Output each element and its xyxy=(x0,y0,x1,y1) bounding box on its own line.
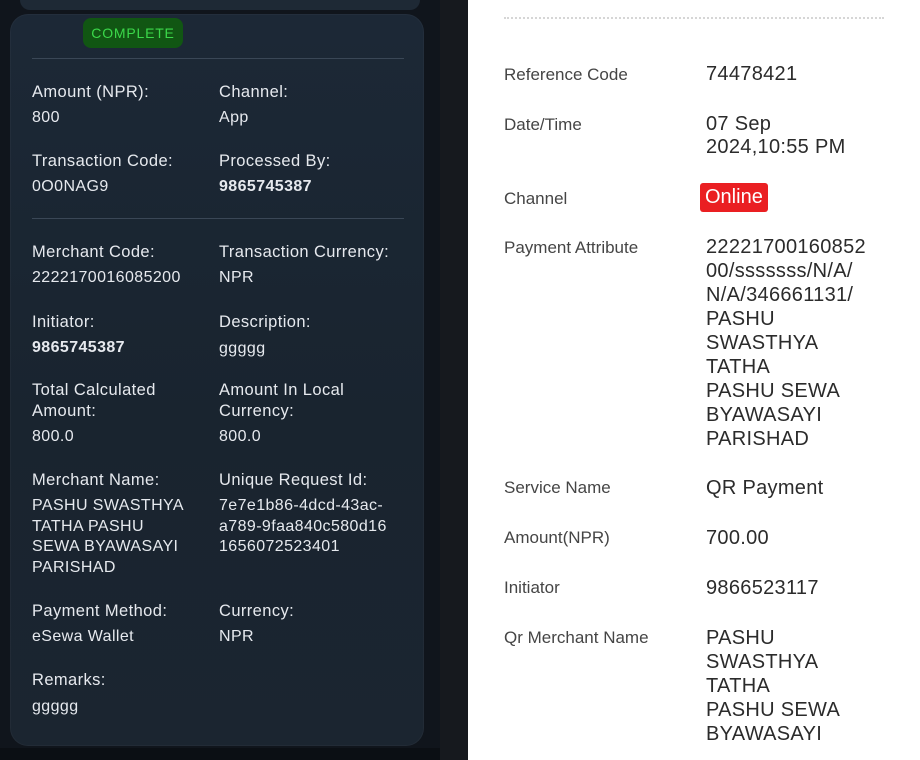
payment-attribute-value-line6: TATHA xyxy=(706,356,771,378)
payment-attribute-value-line2: 00/sssssss/N/A/ xyxy=(706,260,853,282)
payment-method-label: Payment Method: xyxy=(32,602,168,620)
initiator-value: 9865745387 xyxy=(32,339,125,356)
initiator-value: 9866523117 xyxy=(706,577,819,599)
payment-attribute-value-line7: PASHU SEWA xyxy=(706,380,841,402)
merchant-name-value-line2: TATHA PASHU xyxy=(32,517,144,535)
qr-merchant-name-value-line4: PASHU SEWA xyxy=(706,699,841,721)
date-time-value-line2: 2024,10:55 PM xyxy=(706,136,846,158)
transaction-detail-dark-panel: COMPLETE Amount (NPR): 800 Channel: App … xyxy=(0,0,440,760)
dotted-divider xyxy=(504,17,884,19)
divider xyxy=(32,58,404,59)
service-name-label: Service Name xyxy=(504,478,611,497)
channel-label: Channel: xyxy=(219,83,289,101)
remarks-value: ggggg xyxy=(32,698,79,715)
service-name-value: QR Payment xyxy=(706,477,824,499)
qr-merchant-name-value-line1: PASHU xyxy=(706,627,775,649)
amount-local-currency-label-line2: Currency: xyxy=(219,402,295,420)
qr-merchant-name-value-line5: BYAWASAYI xyxy=(706,723,823,745)
amount-label: Amount (NPR): xyxy=(32,83,150,101)
merchant-name-value-line1: PASHU SWASTHYA xyxy=(32,497,184,514)
unique-request-id-value-line1: 7e7e1b86-4dcd-43ac- xyxy=(219,497,384,514)
payment-attribute-value-line1: 22221700160852 xyxy=(706,236,866,258)
payment-attribute-value-line4: PASHU xyxy=(706,308,775,330)
qr-merchant-name-label: Qr Merchant Name xyxy=(504,628,649,647)
transaction-currency-label: Transaction Currency: xyxy=(219,243,390,261)
unique-request-id-label: Unique Request Id: xyxy=(219,471,368,489)
panel-separator xyxy=(440,0,468,760)
merchant-code-value: 2222170016085200 xyxy=(32,269,181,286)
date-time-value-line1: 07 Sep xyxy=(706,113,772,135)
transaction-code-label: Transaction Code: xyxy=(32,152,174,170)
previous-card-edge xyxy=(20,0,420,10)
processed-by-value: 9865745387 xyxy=(219,178,312,195)
qr-merchant-name-value-line3: TATHA xyxy=(706,675,771,697)
total-calculated-amount-value: 800.0 xyxy=(32,428,75,445)
description-value: ggggg xyxy=(219,340,266,357)
transaction-detail-light-panel: Reference Code 74478421 Date/Time 07 Sep… xyxy=(468,0,920,760)
unique-request-id-value-line2: a789-9faa840c580d16 xyxy=(219,517,387,535)
currency-label: Currency: xyxy=(219,602,295,620)
initiator-label: Initiator: xyxy=(32,313,95,331)
remarks-label: Remarks: xyxy=(32,671,106,689)
payment-attribute-value-line9: PARISHAD xyxy=(706,428,810,450)
transaction-code-value: 0O0NAG9 xyxy=(32,178,109,195)
payment-attribute-label: Payment Attribute xyxy=(504,238,639,257)
payment-attribute-value-line5: SWASTHYA xyxy=(706,332,819,354)
description-label: Description: xyxy=(219,313,311,331)
transaction-currency-value: NPR xyxy=(219,269,254,286)
merchant-name-label: Merchant Name: xyxy=(32,471,160,489)
payment-attribute-value-line3: N/A/346661131/ xyxy=(706,284,854,306)
channel-label: Channel xyxy=(504,189,568,208)
merchant-name-value-line3: SEWA BYAWASAYI xyxy=(32,538,179,555)
payment-method-value: eSewa Wallet xyxy=(32,628,135,645)
amount-value: 700.00 xyxy=(706,527,769,549)
unique-request-id-value-line3: 1656072523401 xyxy=(219,538,340,555)
amount-label: Amount(NPR) xyxy=(504,528,610,547)
amount-value: 800 xyxy=(32,109,60,126)
currency-value: NPR xyxy=(219,628,254,645)
merchant-code-label: Merchant Code: xyxy=(32,243,155,261)
bottom-edge xyxy=(0,748,440,760)
amount-local-currency-value: 800.0 xyxy=(219,428,262,445)
reference-code-label: Reference Code xyxy=(504,65,628,84)
status-badge: COMPLETE xyxy=(83,18,183,48)
initiator-label: Initiator xyxy=(504,578,560,597)
processed-by-label: Processed By: xyxy=(219,152,331,170)
total-calculated-amount-label-line2: Amount: xyxy=(32,402,97,420)
channel-online-badge: Online xyxy=(700,183,768,212)
channel-value: App xyxy=(219,109,249,126)
divider xyxy=(32,218,404,219)
reference-code-value: 74478421 xyxy=(706,63,798,85)
date-time-label: Date/Time xyxy=(504,115,582,134)
qr-merchant-name-value-line2: SWASTHYA xyxy=(706,651,819,673)
merchant-name-value-line4: PARISHAD xyxy=(32,558,116,576)
payment-attribute-value-line8: BYAWASAYI xyxy=(706,404,823,426)
amount-local-currency-label-line1: Amount In Local xyxy=(219,381,345,399)
total-calculated-amount-label-line1: Total Calculated xyxy=(32,381,156,399)
